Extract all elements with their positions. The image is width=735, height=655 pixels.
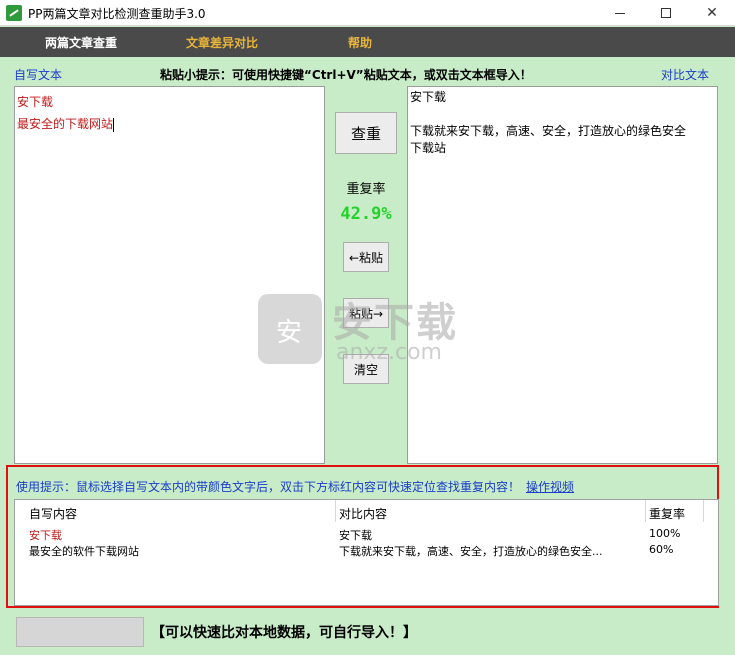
import-box[interactable]	[16, 617, 144, 647]
compare-text-label: 对比文本	[661, 68, 710, 82]
menu-item-duplicate-check[interactable]: 两篇文章查重	[45, 34, 117, 51]
paste-right-button[interactable]: 粘贴→	[343, 298, 389, 328]
own-text-line: 安下载	[17, 95, 54, 109]
results-panel: 使用提示：鼠标选择自写文本内的带颜色文字后，双击下方标红内容可快速定位查找重复内…	[6, 465, 719, 608]
own-text-area[interactable]: 安下载 最安全的下载网站	[14, 86, 325, 464]
column-header-own[interactable]: 自写内容	[29, 505, 77, 522]
rate-value: 42.9%	[340, 204, 392, 224]
compare-text-line: 下载就来安下载，高速、安全，打造放心的绿色安全	[410, 124, 687, 138]
column-divider[interactable]	[703, 500, 704, 522]
minimize-icon	[615, 12, 625, 14]
row-own[interactable]: 最安全的软件下载网站	[29, 543, 139, 559]
column-header-rate[interactable]: 重复率	[649, 505, 685, 522]
row-compare[interactable]: 安下载	[339, 527, 372, 543]
menu-item-diff-compare[interactable]: 文章差异对比	[186, 34, 258, 51]
row-compare[interactable]: 下载就来安下载，高速、安全，打造放心的绿色安全...	[339, 543, 603, 559]
import-note: 【可以快速比对本地数据，可自行导入！】	[151, 625, 417, 641]
compare-text-line: 下载站	[410, 141, 447, 155]
clear-button[interactable]: 清空	[343, 354, 389, 384]
own-text-label: 自写文本	[14, 68, 63, 82]
row-own[interactable]: 安下载	[29, 527, 62, 543]
compare-text-line: 安下载	[410, 90, 447, 104]
results-list[interactable]: 自写内容 对比内容 重复率 安下载 安下载 100% 最安全的软件下载网站 下载…	[14, 499, 719, 606]
text-caret	[113, 117, 115, 132]
column-header-compare[interactable]: 对比内容	[339, 505, 387, 522]
row-rate[interactable]: 100%	[649, 527, 680, 540]
maximize-button[interactable]	[643, 0, 689, 26]
tutorial-video-link[interactable]: 操作视频	[526, 478, 574, 495]
compare-text-line	[410, 106, 715, 123]
row-rate[interactable]: 60%	[649, 543, 673, 556]
app-icon	[6, 5, 22, 21]
usage-tip: 使用提示：鼠标选择自写文本内的带颜色文字后，双击下方标红内容可快速定位查找重复内…	[16, 480, 521, 494]
title-bar: PP两篇文章对比检测查重助手3.0 ✕	[0, 0, 735, 26]
compare-text-area[interactable]: 安下载 下载就来安下载，高速、安全，打造放心的绿色安全 下载站	[407, 86, 718, 464]
own-text-line: 最安全的下载网站	[17, 113, 322, 135]
paste-tip: 粘贴小提示：可使用快捷键“Ctrl+V”粘贴文本，或双击文本框导入！	[160, 68, 532, 82]
maximize-icon	[661, 8, 671, 18]
menu-item-help[interactable]: 帮助	[348, 34, 372, 51]
rate-label: 重复率	[346, 182, 386, 197]
window-title: PP两篇文章对比检测查重助手3.0	[28, 7, 206, 21]
column-divider[interactable]	[645, 500, 646, 522]
own-text-line-content: 最安全的下载网站	[17, 117, 114, 131]
paste-left-button[interactable]: ←粘贴	[343, 242, 389, 272]
minimize-button[interactable]	[597, 0, 643, 26]
check-button[interactable]: 查重	[335, 112, 397, 154]
menu-bar: 两篇文章查重 文章差异对比 帮助	[0, 27, 735, 57]
control-column: 查重 重复率 42.9% ←粘贴 粘贴→ 清空	[325, 86, 407, 464]
close-button[interactable]: ✕	[689, 0, 735, 26]
column-divider[interactable]	[335, 500, 336, 522]
